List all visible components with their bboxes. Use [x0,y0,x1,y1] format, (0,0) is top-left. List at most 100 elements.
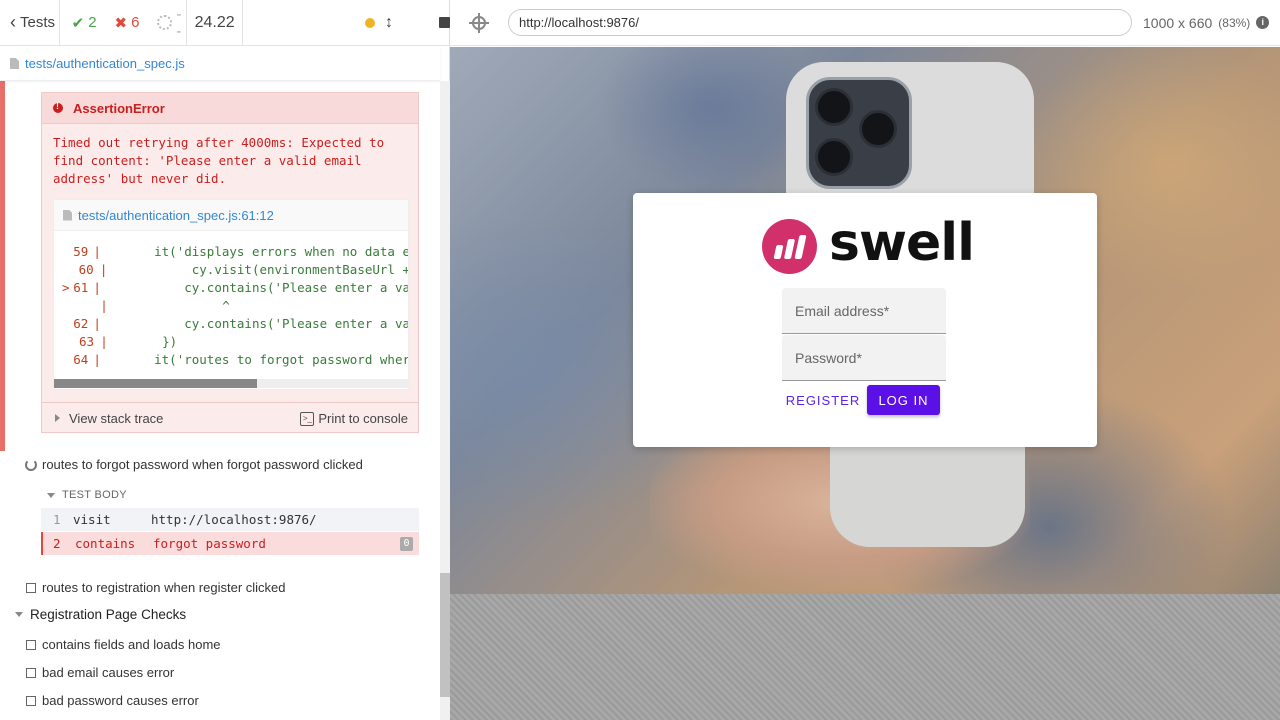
auto-scroll-indicator-icon[interactable] [365,17,375,28]
logo-bar [794,234,807,259]
browser-toolbar: http://localhost:9876/ 1000 x 660 (83%) … [450,0,1280,46]
line-source: cy.contains('Please enter a va [124,280,409,295]
viewport-size: 1000 x 660 [1143,14,1213,31]
command-number: 1 [53,512,61,527]
swell-logo-icon [762,219,817,274]
suite-test-item[interactable]: bad email causes error [26,665,174,680]
line-number: 63 [78,334,94,349]
line-number: 64 [73,352,89,367]
error-icon [53,101,63,113]
info-icon[interactable]: i [1256,16,1270,29]
url-text: http://localhost:9876/ [519,15,639,30]
url-bar[interactable]: http://localhost:9876/ [508,9,1132,36]
logo-bar [773,244,784,259]
passed-count: ✔ 2 [72,14,97,32]
password-placeholder: Password* [795,349,862,366]
code-line: 64 | it('routes to forgot password wher [54,351,408,369]
line-source: }) [132,334,178,349]
passed-value: 2 [88,14,97,31]
suite-test-item[interactable]: bad password causes error [26,693,199,708]
zoom-level: (83%) [1218,15,1251,30]
tests-back-button[interactable]: ‹ Tests [0,0,60,45]
code-line: 62 | cy.contains('Please enter a va [54,315,409,333]
line-gutter: | [100,334,108,349]
check-icon: ✔ [71,14,85,32]
email-field[interactable]: Email address* [782,288,946,334]
test-title: contains fields and loads home [42,637,221,652]
pending-ring-icon [157,15,173,30]
line-number: 61 [73,280,89,295]
code-line: | ^ [54,297,408,315]
command-row-failed[interactable]: 2 contains forgot password 0 [41,532,419,555]
test-title: routes to registration when register cli… [42,580,286,595]
file-icon [63,209,72,221]
code-frame-file: tests/authentication_spec.js:61:12 [54,200,408,231]
selector-playground-icon[interactable] [469,12,489,33]
spec-file-bar: tests/authentication_spec.js [0,47,440,81]
match-count-badge: 0 [400,536,413,551]
cross-icon: ✖ [114,14,128,32]
command-row[interactable]: 1 visit http://localhost:9876/ [41,508,419,531]
command-arg: http://localhost:9876/ [151,512,317,527]
pending-count: -- [157,6,186,40]
chevron-left-icon: ‹ [10,12,16,32]
code-line: 59 | it('displays errors when no data e [54,243,409,261]
code-line: 63 | }) [54,333,408,351]
caret-right-icon[interactable] [55,414,60,422]
suite-registration-page[interactable]: Registration Page Checks [15,607,186,622]
pending-box-icon [26,695,36,706]
code-scrollbar-thumb[interactable] [54,379,257,388]
view-stack-trace-button[interactable]: View stack trace [69,411,163,426]
test-body-label: TEST BODY [62,489,127,501]
register-button[interactable]: REGISTER [783,385,863,415]
viewport-empty-area [450,594,1280,720]
failed-test-indicator [0,81,5,451]
command-number: 2 [53,536,61,551]
stop-icon[interactable] [439,17,450,28]
line-gutter: | [100,298,108,313]
background-camera-image [806,77,912,189]
scroll-toggle-icon[interactable]: ↕ [385,14,393,32]
test-registration-route[interactable]: routes to registration when register cli… [26,580,286,595]
error-title: AssertionError [73,100,165,116]
error-footer: View stack trace >_ Print to console [42,402,418,433]
terminal-icon: >_ [300,411,315,426]
code-frame: tests/authentication_spec.js:61:12 59 | i… [53,199,409,390]
suite-title: Registration Page Checks [30,607,187,622]
failed-value: 6 [131,14,140,31]
error-panel: AssertionError Timed out retrying after … [41,92,419,433]
error-message: Timed out retrying after 4000ms: Expecte… [53,135,385,186]
test-title: bad password causes error [42,693,199,708]
line-number: 59 [73,244,89,259]
spec-file-link[interactable]: tests/authentication_spec.js [25,56,185,71]
test-forgot-password[interactable]: routes to forgot password when forgot pa… [25,457,363,472]
reporter-scrollbar-thumb[interactable] [440,573,450,697]
file-icon [10,58,19,69]
stats-bar: ‹ Tests ✔ 2 ✖ 6 -- 24.22 ↕ [0,0,450,46]
line-source: cy.contains('Please enter a va [124,316,409,331]
suite-test-item[interactable]: contains fields and loads home [26,637,221,652]
pending-box-icon [26,582,36,593]
line-source: it('displays errors when no data e [124,244,409,259]
background-phone-bottom-image [830,447,1025,547]
line-number [54,297,96,315]
pending-value: -- [176,5,182,40]
logo-bar [783,238,796,259]
failed-count: ✖ 6 [115,14,140,32]
print-to-console-button[interactable]: >_ Print to console [300,411,408,426]
code-file-link[interactable]: tests/authentication_spec.js:61:12 [78,208,274,223]
command-arg: forgot password [153,536,266,551]
command-name: contains [75,536,136,551]
code-line: 60 | cy.visit(environmentBaseUrl + [54,261,408,279]
password-field[interactable]: Password* [782,335,946,381]
login-card: swell Email address* Password* REGISTER … [633,193,1097,447]
run-controls: ↕ [243,0,450,45]
test-body-header[interactable]: TEST BODY [47,489,127,501]
running-refresh-icon [25,458,37,471]
test-title: routes to forgot password when forgot pa… [42,457,363,472]
camera-lens-image [815,88,853,126]
error-header: AssertionError [42,93,418,124]
login-button[interactable]: LOG IN [867,385,940,415]
caret-down-icon [47,492,55,498]
caret-down-icon [15,612,23,617]
